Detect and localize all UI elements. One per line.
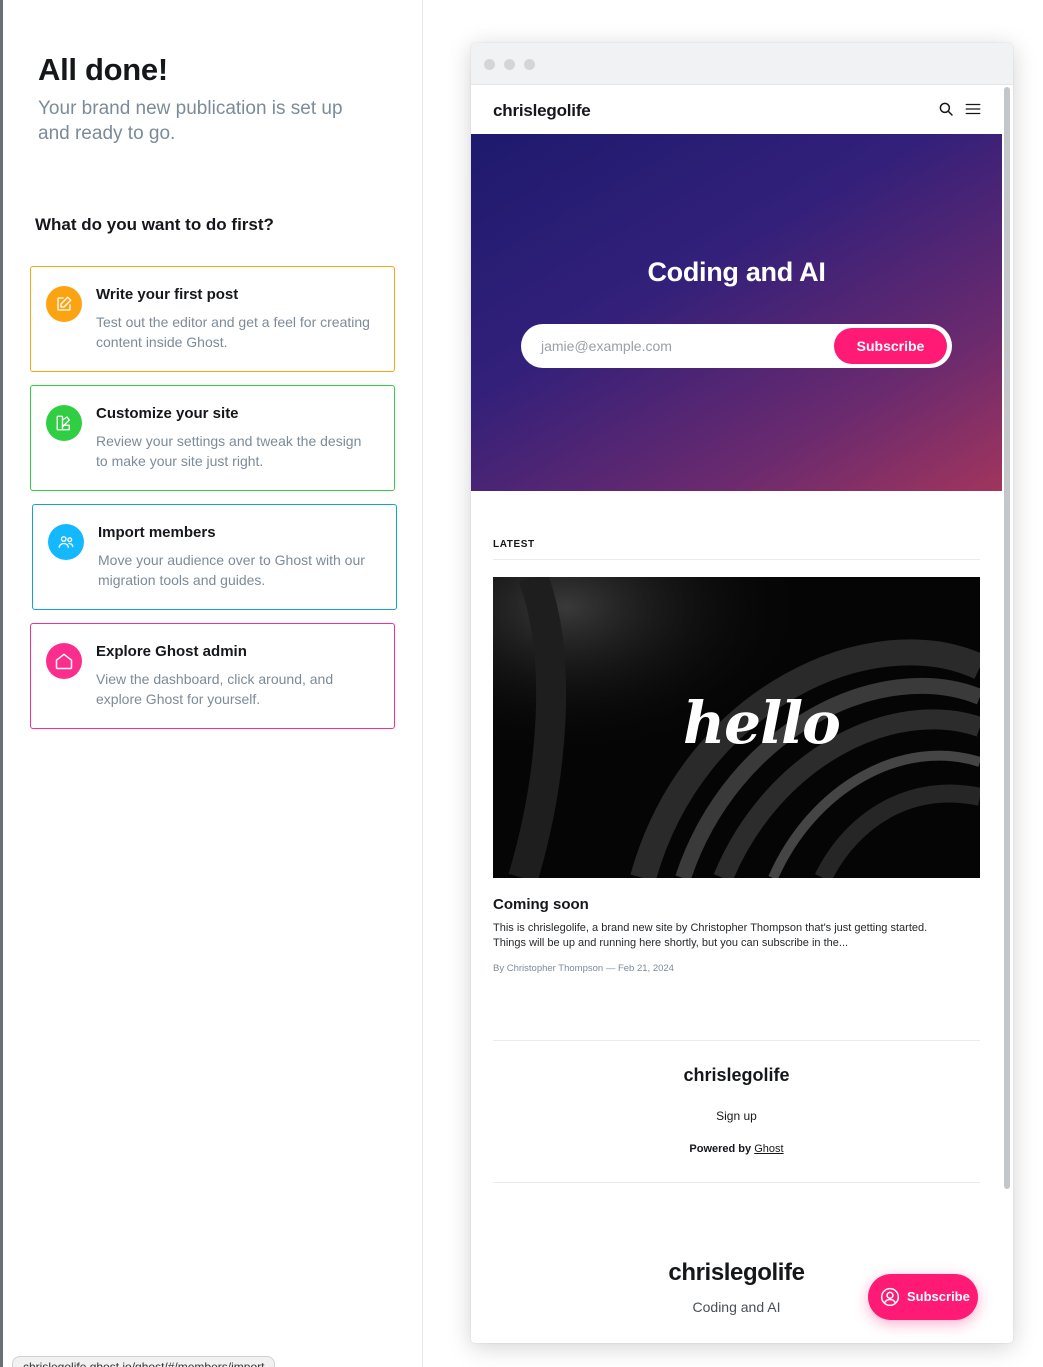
powered-by-label: Powered by — [689, 1143, 752, 1155]
search-icon[interactable] — [937, 100, 955, 118]
card-title: Customize your site — [96, 405, 239, 422]
members-icon — [48, 524, 84, 560]
card-description: Review your settings and tweak the desig… — [96, 433, 362, 469]
post-excerpt: This is chrislegolife, a brand new site … — [493, 922, 928, 949]
hero-title: Coding and AI — [647, 257, 826, 287]
site-logo[interactable]: chrislegolife — [493, 101, 591, 121]
card-title: Write your first post — [96, 286, 239, 303]
card-description: View the dashboard, click around, and ex… — [96, 671, 334, 707]
card-title: Explore Ghost admin — [96, 643, 247, 660]
explore-admin-card[interactable]: Explore Ghost admin View the dashboard, … — [30, 623, 395, 729]
customize-site-card[interactable]: Customize your site Review your settings… — [30, 385, 395, 491]
hamburger-menu-icon[interactable] — [964, 100, 982, 118]
portal-subscribe-label: Subscribe — [907, 1289, 970, 1304]
divider — [493, 1182, 980, 1183]
footer-site-name[interactable]: chrislegolife — [471, 1065, 1002, 1086]
scrollbar[interactable] — [1004, 87, 1010, 1189]
card-title: Import members — [98, 524, 216, 541]
card-description: Move your audience over to Ghost with ou… — [98, 552, 365, 588]
section-heading: What do you want to do first? — [35, 215, 274, 234]
write-first-post-card[interactable]: Write your first post Test out the edito… — [30, 266, 395, 372]
divider — [493, 1040, 980, 1041]
design-palette-icon — [46, 405, 82, 441]
latest-heading: LATEST — [493, 539, 535, 550]
featured-image-text: hello — [683, 689, 841, 757]
house-icon — [46, 643, 82, 679]
card-description: Test out the editor and get a feel for c… — [96, 314, 370, 350]
page-subtitle: Your brand new publication is set up and… — [38, 98, 343, 144]
portal-subscribe-button[interactable]: Subscribe — [868, 1274, 978, 1320]
user-circle-icon — [880, 1287, 900, 1307]
divider — [493, 559, 980, 560]
post-meta: By Christopher Thompson — Feb 21, 2024 — [493, 963, 674, 974]
post-title[interactable]: Coming soon — [493, 896, 589, 913]
signup-link[interactable]: Sign up — [471, 1109, 1002, 1123]
window-dot — [524, 59, 535, 70]
ghost-link[interactable]: Ghost — [754, 1143, 783, 1155]
site-header: chrislegolife — [471, 85, 1002, 134]
pencil-edit-icon — [46, 286, 82, 322]
hero-section: Coding and AI jamie@example.com Subscrib… — [471, 134, 1002, 491]
browser-titlebar — [471, 43, 1013, 85]
hero-subscribe-button[interactable]: Subscribe — [834, 328, 947, 364]
page-title: All done! — [38, 52, 168, 87]
status-url-bar: chrislegolife.ghost.io/ghost/#/members/i… — [12, 1356, 276, 1367]
onboarding-panel: All done! Your brand new publication is … — [3, 0, 423, 1367]
powered-by: Powered by Ghost — [471, 1143, 1002, 1155]
subscribe-form: jamie@example.com Subscribe — [521, 324, 952, 368]
import-members-card[interactable]: Import members Move your audience over t… — [32, 504, 397, 610]
site-preview-window: chrislegolife Coding and AI jamie@exampl… — [471, 43, 1013, 1343]
email-input[interactable]: jamie@example.com — [541, 338, 672, 354]
featured-image[interactable]: hello — [493, 577, 980, 878]
window-dot — [504, 59, 515, 70]
window-dot — [484, 59, 495, 70]
